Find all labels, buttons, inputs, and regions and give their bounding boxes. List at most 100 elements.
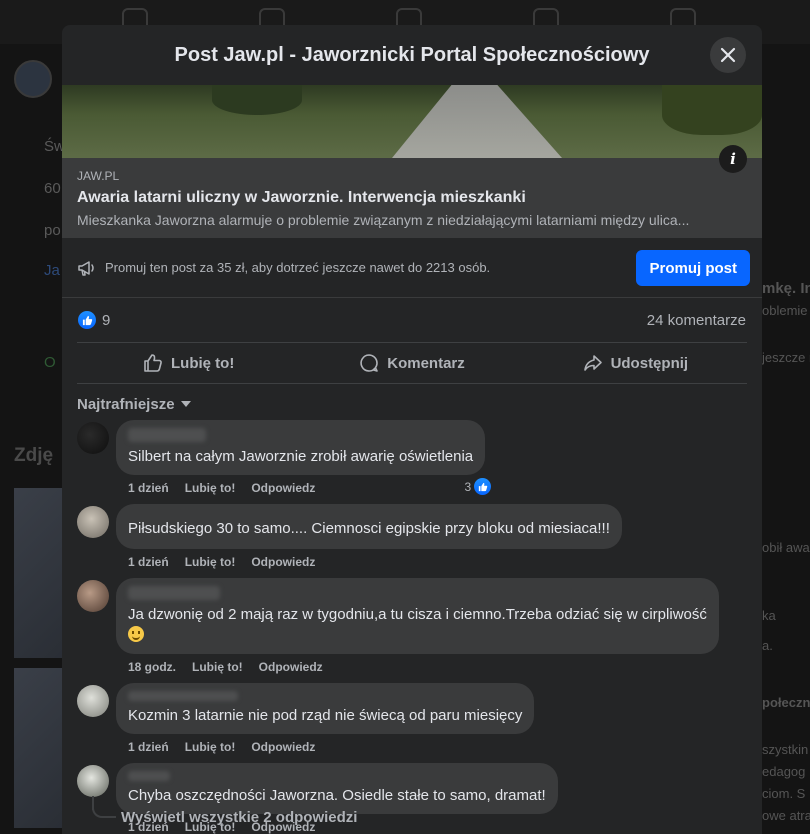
like-count[interactable]: 9: [102, 312, 110, 329]
commenter-avatar[interactable]: [77, 422, 109, 454]
comment-like-link[interactable]: Lubię to!: [185, 740, 236, 754]
link-description: Mieszkanka Jaworzna alarmuje o problemie…: [77, 212, 690, 228]
comment-time[interactable]: 1 dzień: [128, 740, 169, 754]
comment-item: Silbert na całym Jaworznie zrobił awarię…: [62, 420, 762, 496]
post-modal: Post Jaw.pl - Jaworznicki Portal Społecz…: [62, 25, 762, 834]
background-text: edagog: [762, 764, 806, 779]
commenter-avatar[interactable]: [77, 506, 109, 538]
comment-reactions[interactable]: 3: [464, 478, 492, 495]
comment-reply-link[interactable]: Odpowiedz: [251, 481, 315, 495]
comment-like-link[interactable]: Lubię to!: [192, 660, 243, 674]
close-icon: [720, 47, 736, 63]
background-text: oblemie: [762, 303, 808, 318]
comment-bubble: Kozmin 3 latarnie nie pod rząd nie świec…: [116, 683, 535, 734]
modal-title: Post Jaw.pl - Jaworznicki Portal Społecz…: [174, 43, 650, 66]
comment-bubble: Chyba oszczędności Jaworzna. Osiedle sta…: [116, 763, 558, 814]
share-button[interactable]: Udostępnij: [524, 353, 747, 373]
comment-count[interactable]: 24 komentarze: [647, 312, 746, 329]
image-tree: [662, 85, 762, 135]
sort-label: Najtrafniejsze: [77, 395, 175, 413]
comment-item: Kozmin 3 latarnie nie pod rząd nie świec…: [62, 683, 762, 755]
reply-thread-curve: [92, 806, 116, 818]
image-tree: [212, 85, 302, 115]
view-replies-link[interactable]: Wyświetl wszystkie 2 odpowiedzi: [121, 809, 357, 826]
link-preview-meta[interactable]: i JAW.PL Awaria latarni uliczny w Jaworz…: [62, 145, 762, 238]
comment-meta: 1 dzień Lubię to! Odpowiedz: [128, 554, 622, 570]
comment-time[interactable]: 1 dzień: [128, 555, 169, 569]
commenter-avatar[interactable]: [77, 580, 109, 612]
comment-reply-link[interactable]: Odpowiedz: [251, 740, 315, 754]
promo-text: Promuj ten post za 35 zł, aby dotrzeć je…: [105, 260, 491, 275]
background-text: mkę. Int: [762, 280, 810, 297]
link-title[interactable]: Awaria latarni uliczny w Jaworznie. Inte…: [77, 189, 747, 207]
caret-down-icon: [180, 401, 191, 407]
background-text: a.: [762, 638, 773, 653]
commenter-avatar[interactable]: [77, 685, 109, 717]
comment-like-link[interactable]: Lubię to!: [185, 555, 236, 569]
comment-button-label: Komentarz: [387, 354, 465, 372]
info-icon[interactable]: i: [719, 145, 747, 173]
share-button-label: Udostępnij: [610, 354, 689, 372]
image-path: [392, 85, 562, 158]
link-domain: JAW.PL: [77, 169, 120, 183]
comment-bubble: Silbert na całym Jaworznie zrobił awarię…: [116, 420, 492, 495]
comment-meta: 1 dzień Lubię to! Odpowiedz: [128, 480, 485, 496]
background-right-column: [762, 44, 810, 834]
comment-text: Chyba oszczędności Jaworzna. Osiedle sta…: [128, 787, 546, 804]
share-icon: [583, 355, 602, 371]
comment-reply-link[interactable]: Odpowiedz: [259, 660, 323, 674]
comment-time[interactable]: 1 dzień: [128, 481, 169, 495]
like-button[interactable]: Lubię to!: [77, 353, 300, 373]
background-row: po: [44, 222, 61, 239]
thumbs-up-icon: [144, 354, 162, 372]
modal-header: Post Jaw.pl - Jaworznicki Portal Społecz…: [62, 25, 762, 85]
background-text: jeszcze n: [762, 350, 810, 365]
background-text: szystkin: [762, 742, 809, 757]
background-row: O: [44, 354, 56, 371]
post-stats: 9 24 komentarze: [62, 298, 762, 342]
commenter-name-blurred[interactable]: [128, 771, 170, 781]
link-preview-image[interactable]: [62, 85, 762, 158]
background-text: ka: [762, 608, 776, 623]
promo-bar: Promuj ten post za 35 zł, aby dotrzeć je…: [62, 238, 762, 298]
comment-icon: [360, 354, 379, 372]
like-reaction-icon: [474, 478, 492, 495]
comment-meta: 18 godz. Lubię to! Odpowiedz: [128, 659, 719, 675]
comment-bubble: Piłsudskiego 30 to samo.... Ciemnosci eg…: [116, 504, 622, 549]
background-text: owe atra: [762, 808, 810, 823]
comment-reply-link[interactable]: Odpowiedz: [251, 555, 315, 569]
reaction-count: 3: [464, 479, 472, 494]
comment-bubble: Ja dzwonię od 2 mają raz w tygodniu,a tu…: [116, 578, 719, 654]
commenter-name-blurred[interactable]: [128, 691, 238, 701]
background-section-title: Zdję: [14, 445, 54, 466]
comment-sort-dropdown[interactable]: Najtrafniejsze: [77, 394, 747, 414]
megaphone-icon: [78, 260, 94, 276]
background-row: 60: [44, 180, 61, 197]
like-button-label: Lubię to!: [171, 354, 235, 372]
commenter-avatar[interactable]: [77, 765, 109, 797]
comment-meta: 1 dzień Lubię to! Odpowiedz: [128, 739, 534, 755]
comment-text: Ja dzwonię od 2 mają raz w tygodniu,a tu…: [128, 604, 707, 646]
post-actions: Lubię to! Komentarz Udostępnij: [77, 342, 747, 384]
close-button[interactable]: [710, 37, 746, 73]
comment-text: Kozmin 3 latarnie nie pod rząd nie świec…: [128, 707, 523, 724]
comment-button[interactable]: Komentarz: [300, 353, 523, 373]
page-avatar: [14, 60, 52, 98]
smile-emoji-icon: [128, 626, 144, 642]
commenter-name-blurred[interactable]: [128, 428, 206, 442]
like-reaction-icon[interactable]: [78, 311, 96, 329]
comment-like-link[interactable]: Lubię to!: [185, 481, 236, 495]
comment-text: Piłsudskiego 30 to samo.... Ciemnosci eg…: [128, 520, 610, 537]
background-photo: [14, 488, 62, 658]
background-text: połeczno: [762, 695, 810, 710]
comment-item: Piłsudskiego 30 to samo.... Ciemnosci eg…: [62, 504, 762, 570]
background-photo: [14, 668, 62, 828]
comment-list: Silbert na całym Jaworznie zrobił awarię…: [62, 420, 762, 834]
background-row: Ja: [44, 262, 60, 279]
promote-post-button[interactable]: Promuj post: [636, 250, 750, 286]
commenter-name-blurred[interactable]: [128, 586, 220, 600]
background-text: obił awa: [762, 540, 810, 555]
comment-text-content: Ja dzwonię od 2 mają raz w tygodniu,a tu…: [128, 606, 707, 623]
comment-item: Ja dzwonię od 2 mają raz w tygodniu,a tu…: [62, 578, 762, 675]
comment-time[interactable]: 18 godz.: [128, 660, 176, 674]
